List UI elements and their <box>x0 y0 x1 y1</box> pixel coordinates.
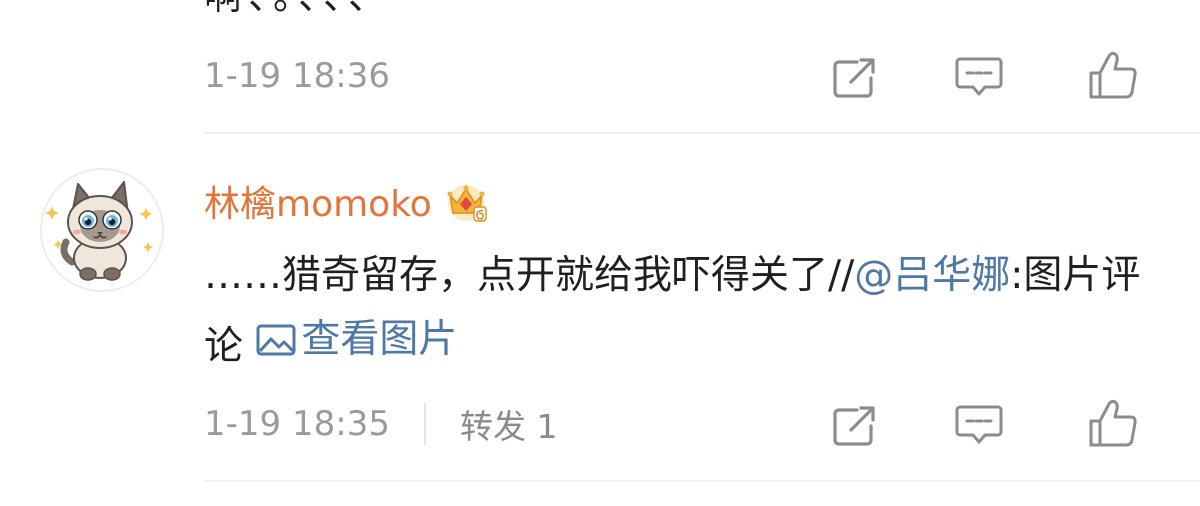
previous-repost-button[interactable] <box>826 52 884 104</box>
image-icon <box>256 324 296 356</box>
mention-link[interactable]: @吕华娜 <box>854 253 1010 298</box>
previous-like-button[interactable] <box>1084 50 1142 102</box>
repost-button[interactable] <box>826 400 884 452</box>
like-button[interactable] <box>1084 398 1142 450</box>
comment-meta: 1-19 18:35 转发 1 <box>204 398 557 450</box>
comment-header: 林檎momoko <box>204 176 488 226</box>
previous-comment: 啊、。、、、 1-19 18:36 <box>0 0 1200 134</box>
previous-reply-button[interactable] <box>950 52 1008 104</box>
meta-divider <box>423 403 426 445</box>
share-square-icon <box>833 58 875 98</box>
siamese-cat-avatar-icon <box>45 181 154 281</box>
comment-text-main: ……猎奇留存，点开就给我吓得关了// <box>204 253 855 298</box>
username[interactable]: 林檎momoko <box>204 175 432 227</box>
share-square-icon <box>833 406 875 446</box>
comment-bubble-icon <box>955 57 1003 96</box>
view-picture-link[interactable]: 查看图片 <box>255 308 457 372</box>
comment-divider <box>204 132 1200 134</box>
comment-divider-bottom <box>204 480 1200 482</box>
reply-button[interactable] <box>950 400 1008 452</box>
previous-comment-text: 啊、。、、、 <box>204 0 392 20</box>
comment-text: ……猎奇留存，点开就给我吓得关了//@吕华娜:图片评论 查看图片 <box>204 244 1154 379</box>
previous-comment-timestamp: 1-19 18:36 <box>204 56 390 96</box>
previous-comment-meta: 1-19 18:36 <box>204 50 390 102</box>
crown-vip-badge-icon <box>447 185 487 222</box>
repost-count-link[interactable]: 转发 1 <box>460 400 558 448</box>
view-picture-label: 查看图片 <box>301 317 458 362</box>
thumbs-up-icon <box>1089 51 1137 99</box>
comment-timestamp: 1-19 18:35 <box>204 404 390 444</box>
comment-bubble-icon <box>955 405 1003 444</box>
user-avatar[interactable] <box>40 168 164 292</box>
thumbs-up-icon <box>1089 399 1137 447</box>
